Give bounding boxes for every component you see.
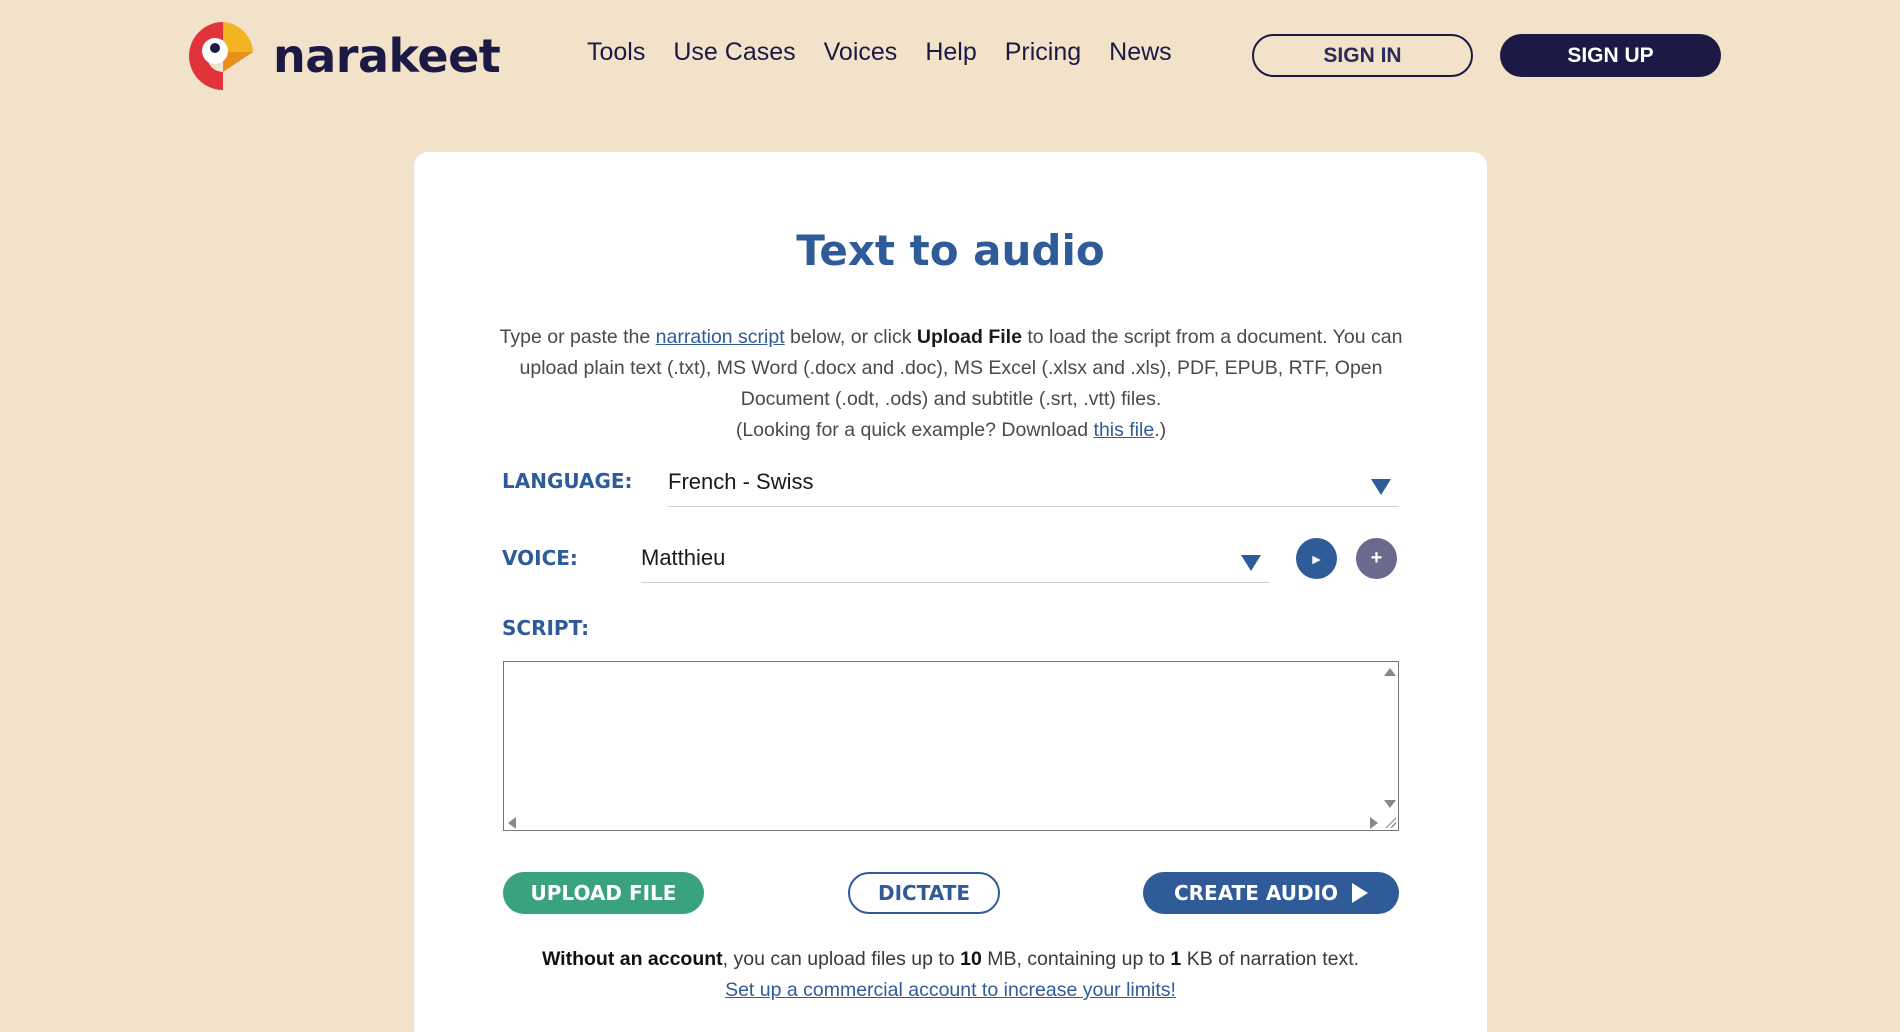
example-file-link[interactable]: this file [1094, 419, 1155, 441]
nav-voices[interactable]: Voices [824, 38, 898, 67]
voice-value: Matthieu [641, 545, 726, 570]
nav-help[interactable]: Help [925, 38, 976, 67]
scroll-left-icon[interactable] [508, 817, 516, 829]
limits-text: Without an account, you can upload files… [541, 948, 1360, 1001]
scroll-right-icon[interactable] [1370, 817, 1378, 829]
upload-file-button[interactable]: UPLOAD FILE [503, 872, 704, 914]
dropdown-arrow-icon [1371, 479, 1391, 495]
play-voice-sample-button[interactable]: ► [1296, 538, 1337, 579]
site-header: narakeet Tools Use Cases Voices Help Pri… [0, 0, 1900, 110]
script-textarea-container [503, 661, 1399, 831]
create-audio-button[interactable]: CREATE AUDIO [1143, 872, 1399, 914]
sign-up-button[interactable]: SIGN UP [1500, 34, 1721, 77]
nav-news[interactable]: News [1109, 38, 1172, 67]
commercial-account-link[interactable]: Set up a commercial account to increase … [725, 979, 1176, 1001]
create-audio-label: CREATE AUDIO [1173, 881, 1339, 905]
page-title: Text to audio [796, 226, 1105, 275]
horizontal-scrollbar[interactable] [504, 814, 1382, 830]
narration-script-link[interactable]: narration script [656, 326, 785, 348]
script-textarea[interactable] [504, 662, 1380, 814]
vertical-scrollbar[interactable] [1380, 662, 1398, 814]
add-voice-button[interactable]: + [1356, 538, 1397, 579]
nav-use-cases[interactable]: Use Cases [673, 38, 795, 67]
intro-text: Type or paste the narration script below… [499, 326, 1403, 441]
brand-logo[interactable]: narakeet [189, 20, 501, 92]
language-label: LANGUAGE: [502, 469, 633, 493]
play-arrow-icon [1352, 883, 1369, 903]
language-select[interactable]: French - Swiss [668, 457, 1399, 507]
play-icon: ► [1309, 550, 1324, 567]
voice-label: VOICE: [502, 546, 578, 570]
language-value: French - Swiss [668, 469, 814, 494]
main-nav: Tools Use Cases Voices Help Pricing News [587, 38, 1200, 67]
voice-select[interactable]: Matthieu [641, 533, 1269, 583]
dropdown-arrow-icon [1241, 555, 1261, 571]
nav-tools[interactable]: Tools [587, 38, 645, 67]
dictate-button[interactable]: DICTATE [848, 872, 1000, 914]
plus-icon: + [1370, 547, 1383, 569]
resize-handle-icon[interactable] [1384, 816, 1396, 828]
sign-in-button[interactable]: SIGN IN [1252, 34, 1473, 77]
script-label: SCRIPT: [502, 616, 590, 640]
text-to-audio-card: Text to audio Type or paste the narratio… [414, 152, 1487, 1032]
parrot-logo-icon [189, 20, 253, 92]
brand-name: narakeet [273, 29, 501, 83]
scroll-down-icon[interactable] [1384, 800, 1396, 808]
nav-pricing[interactable]: Pricing [1005, 38, 1081, 67]
scroll-up-icon[interactable] [1384, 668, 1396, 676]
